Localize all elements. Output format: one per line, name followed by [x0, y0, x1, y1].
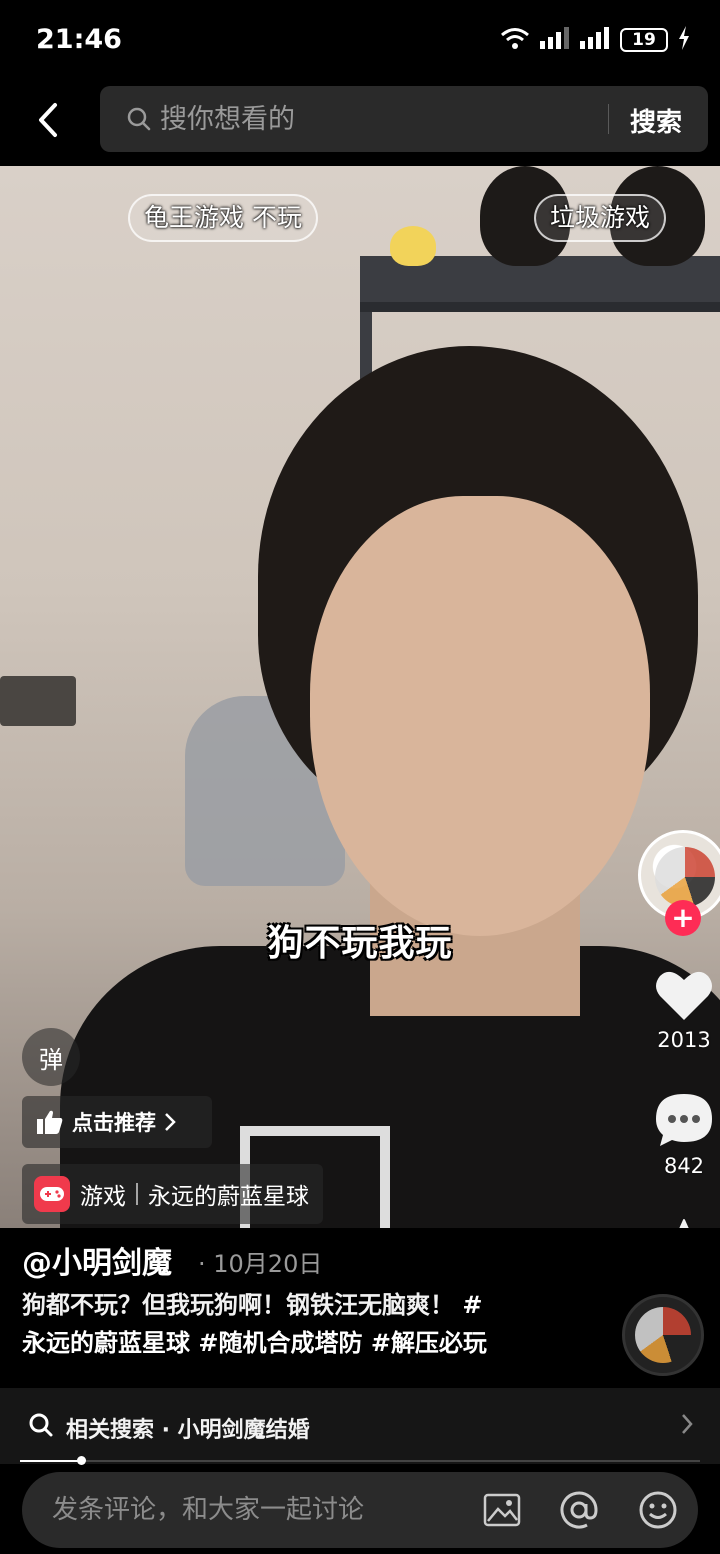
search-icon [28, 1412, 54, 1442]
comment-input[interactable] [52, 1472, 452, 1548]
signal-icon [540, 27, 570, 53]
search-icon [126, 106, 152, 136]
heart-icon [656, 971, 712, 1020]
video-progress-bar[interactable] [20, 1456, 700, 1465]
video-player[interactable]: 龟王游戏 不玩 垃圾游戏 狗不玩我玩 弹 点击推荐 游戏 永远的蔚蓝星球 + 2… [0, 166, 720, 1228]
hashtag-link[interactable]: # [462, 1291, 482, 1319]
status-time: 21:46 [36, 24, 122, 55]
like-count: 2013 [657, 1028, 711, 1052]
hashtag-link[interactable]: #随机合成塔防 [198, 1329, 362, 1357]
danmaku-comment: 垃圾游戏 [534, 194, 667, 242]
search-divider [608, 104, 609, 134]
image-icon[interactable] [482, 1490, 522, 1530]
recommend-label: 点击推荐 [72, 1111, 156, 1135]
follow-button[interactable]: + [665, 900, 701, 936]
status-bar: 21:46 19 [0, 0, 720, 84]
status-icons: 19 [500, 26, 690, 54]
game-tag-link[interactable]: 游戏 永远的蔚蓝星球 [22, 1164, 323, 1224]
battery-icon: 19 [620, 28, 668, 52]
danmaku-toggle-label: 弹 [39, 1045, 63, 1074]
chevron-right-icon [680, 1412, 694, 1440]
back-button[interactable] [28, 98, 68, 142]
author-name[interactable]: @小明剑魔 [22, 1238, 172, 1282]
tag-name: 永远的蔚蓝星球 [148, 1184, 309, 1210]
comment-bar [22, 1472, 698, 1548]
favorite-button[interactable]: 106 [632, 1218, 720, 1228]
description-text: 狗都不玩？但我玩狗啊！钢铁汪无脑爽！ [22, 1291, 454, 1319]
at-icon[interactable] [559, 1490, 599, 1530]
recommend-button[interactable]: 点击推荐 [22, 1096, 212, 1148]
comment-count: 842 [663, 1154, 705, 1178]
chevron-right-icon [165, 1113, 176, 1131]
video-subtitle: 狗不玩我玩 [267, 923, 453, 964]
music-disc[interactable] [622, 1294, 704, 1376]
hashtag-link[interactable]: 永远的蔚蓝星球 [22, 1329, 190, 1357]
star-icon [679, 1219, 689, 1228]
gamepad-icon [34, 1176, 70, 1212]
search-button[interactable]: 搜索 [630, 102, 682, 139]
battery-level: 19 [632, 30, 656, 50]
emoji-icon[interactable] [638, 1490, 678, 1530]
wifi-icon [500, 26, 530, 54]
charging-icon [678, 26, 690, 54]
post-description: 狗都不玩？但我玩狗啊！钢铁汪无脑爽！ # 永远的蔚蓝星球 #随机合成塔防 #解压… [22, 1286, 562, 1362]
hashtag-link[interactable]: #解压必玩 [371, 1329, 487, 1357]
tag-category: 游戏 [80, 1184, 126, 1210]
search-input[interactable] [160, 86, 590, 152]
back-icon [39, 103, 57, 137]
thumb-up-icon [37, 1110, 63, 1134]
signal-icon [580, 27, 610, 53]
danmaku-toggle-button[interactable]: 弹 [22, 1028, 80, 1086]
wall-socket [0, 676, 76, 726]
post-info: @小明剑魔 · 10月20日 狗都不玩？但我玩狗啊！钢铁汪无脑爽！ # 永远的蔚… [0, 1228, 720, 1388]
comment-button[interactable]: 842 [632, 1092, 720, 1178]
search-header: 搜索 [0, 84, 720, 166]
related-search-bar[interactable]: 相关搜索 · 小明剑魔结婚 [0, 1388, 720, 1464]
person-face [310, 496, 650, 936]
comment-icon [656, 1094, 712, 1146]
video-progress-fill [20, 1460, 82, 1462]
danmaku-comment: 龟王游戏 不玩 [128, 194, 318, 242]
related-search-label: 相关搜索 · 小明剑魔结婚 [66, 1418, 310, 1443]
search-box[interactable]: 搜索 [100, 86, 708, 152]
post-date: · 10月20日 [198, 1250, 323, 1278]
like-button[interactable]: 2013 [632, 968, 720, 1052]
tag-divider [136, 1183, 138, 1205]
